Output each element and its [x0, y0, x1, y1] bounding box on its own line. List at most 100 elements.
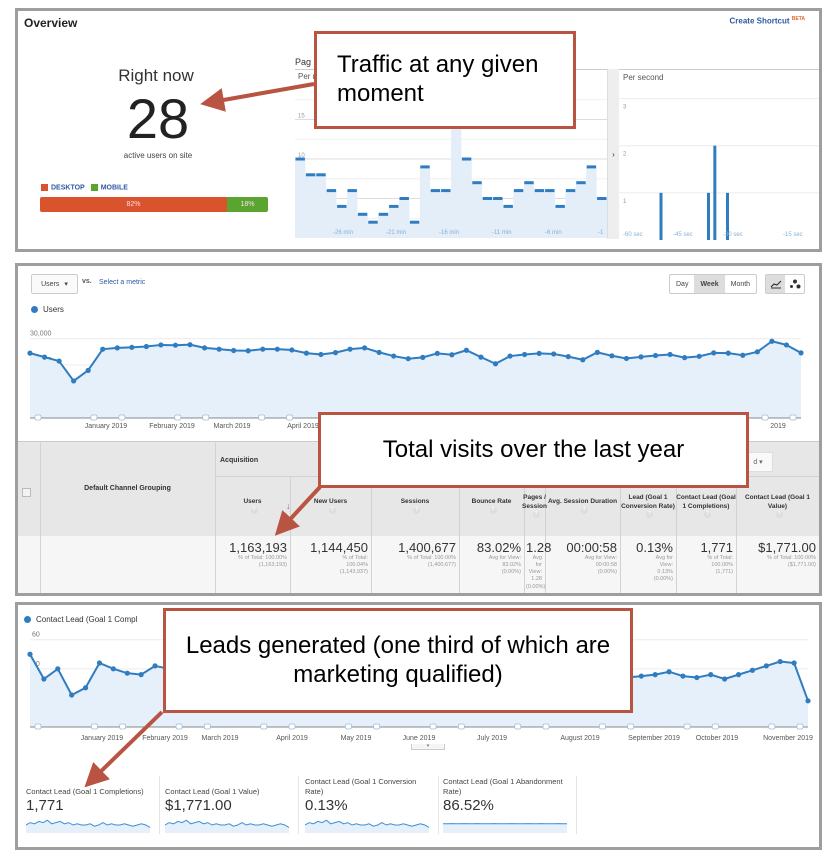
data-point — [711, 350, 717, 356]
data-point — [274, 346, 280, 352]
data-point — [114, 345, 120, 351]
annotation-marker — [288, 723, 296, 730]
data-point — [694, 674, 700, 681]
total-subtext: View: — [528, 569, 542, 576]
minute-bar — [420, 165, 430, 169]
data-point — [623, 355, 630, 362]
users-legend: Users — [31, 305, 64, 314]
annotation-marker — [711, 723, 719, 730]
data-point — [391, 353, 397, 359]
help-icon[interactable]: ? — [580, 506, 588, 514]
create-shortcut-link[interactable]: Create Shortcut BETA — [730, 16, 806, 26]
goal-metric-card[interactable]: Contact Lead (Goal 1 Completions) 1,771 — [26, 776, 151, 836]
data-point — [777, 658, 783, 665]
period-day-button[interactable]: Day — [670, 275, 694, 293]
column-header-label: Sessions — [400, 498, 430, 506]
x-tick-label: March 2019 — [214, 423, 251, 430]
goal-metric-card[interactable]: Contact Lead (Goal 1 Conversion Rate) 0.1… — [305, 776, 430, 836]
y-tick-label: 60 — [32, 632, 40, 639]
data-point — [71, 378, 77, 384]
data-point — [245, 348, 251, 354]
callout-traffic: Traffic at any given moment — [314, 31, 576, 129]
annotation-marker — [542, 723, 550, 730]
column-header-label: Users — [243, 498, 262, 506]
motion-chart-icon[interactable] — [785, 275, 804, 293]
data-point — [666, 669, 672, 675]
column-header-label: Avg. Session Duration — [547, 498, 618, 506]
metric-select[interactable]: Users ▾ — [31, 274, 78, 294]
help-icon[interactable]: ? — [413, 506, 420, 514]
total-value: 0.13% — [636, 540, 673, 555]
sparkline — [443, 823, 567, 833]
data-point — [187, 342, 193, 348]
goal-legend-label: Contact Lead (Goal 1 Compl — [36, 615, 138, 624]
expand-toggle[interactable]: › — [607, 69, 619, 239]
data-point — [565, 353, 571, 360]
total-value: 1,400,677 — [398, 540, 456, 555]
data-point — [231, 347, 237, 354]
data-point — [749, 667, 756, 673]
annotation-marker — [429, 723, 437, 730]
help-icon[interactable]: ? — [328, 506, 336, 514]
minute-bar — [576, 181, 586, 185]
x-tick-label: -15 sec — [783, 232, 803, 238]
data-point — [420, 354, 426, 360]
minute-bar — [316, 173, 326, 177]
card-label: Contact Lead (Goal 1 Value) — [165, 786, 260, 796]
data-point — [783, 342, 790, 348]
minute-bar — [482, 197, 493, 200]
annotation-marker — [768, 723, 776, 730]
minute-bar — [513, 189, 524, 193]
x-tick-label: -45 sec — [673, 232, 693, 238]
area-fill — [295, 127, 607, 238]
total-subtext: (0.00%) — [653, 576, 673, 583]
total-cell: 1,144,450% of Total: 100.04% (1,143,937) — [292, 540, 368, 576]
data-point — [172, 342, 179, 348]
x-tick-label: -11 min — [492, 230, 512, 236]
total-subtext: Avg for — [532, 555, 542, 569]
minute-bar — [389, 204, 399, 208]
help-icon[interactable]: ? — [532, 510, 540, 518]
help-icon[interactable]: ? — [704, 510, 711, 518]
help-icon[interactable]: ? — [646, 510, 653, 518]
x-tick-label: January 2019 — [81, 735, 124, 742]
x-tick-label: May 2019 — [341, 735, 372, 742]
data-point — [754, 349, 760, 355]
data-point — [129, 344, 135, 350]
annotation-marker — [457, 723, 465, 730]
annotation-marker — [34, 414, 42, 421]
data-point — [536, 350, 542, 357]
active-users-caption: active users on site — [123, 151, 193, 160]
card-divider — [576, 776, 577, 834]
data-point — [725, 350, 731, 356]
total-subtext: % of Total: 100.00% — [767, 555, 816, 561]
period-week-button[interactable]: Week — [694, 275, 725, 293]
minute-bar — [545, 189, 555, 193]
total-value: 1,144,450 — [310, 540, 368, 555]
total-subtext: (1,143,937) — [339, 569, 368, 576]
period-month-button[interactable]: Month — [725, 275, 756, 293]
select-metric-link[interactable]: Select a metric — [99, 279, 145, 286]
legend-mobile-label: MOBILE — [100, 184, 128, 192]
goal-metric-card[interactable]: Contact Lead (Goal 1 Abandonment Rate) 86… — [443, 776, 568, 836]
x-tick-label: February 2019 — [149, 423, 195, 430]
desktop-segment: 82% — [40, 197, 227, 212]
select-all-checkbox[interactable] — [22, 488, 31, 497]
help-icon[interactable]: ? — [775, 510, 783, 518]
minute-bar — [430, 189, 441, 193]
column-header[interactable]: Users? — [215, 476, 290, 536]
data-point — [594, 349, 600, 355]
y-tick-label: 2 — [623, 152, 627, 158]
total-cell: 1,163,193% of Total: 100.00% (1,163,193) — [217, 540, 287, 569]
help-icon[interactable]: ? — [489, 506, 497, 514]
dimension-header[interactable]: Default Channel Grouping — [40, 485, 215, 492]
help-icon[interactable]: ? — [250, 506, 258, 514]
column-header-label: Pages / Session — [522, 494, 547, 510]
line-chart-icon[interactable] — [766, 275, 785, 293]
data-point — [55, 666, 61, 672]
card-divider — [159, 776, 160, 834]
chart-expand-handle[interactable]: ▾ — [411, 744, 445, 750]
goal-metric-card[interactable]: Contact Lead (Goal 1 Value) $1,771.00 — [165, 776, 290, 836]
total-subtext: ($1,771.00) — [787, 562, 816, 569]
total-cell: 0.13% Avg for View: 0.13% (0.00%) — [622, 540, 673, 584]
